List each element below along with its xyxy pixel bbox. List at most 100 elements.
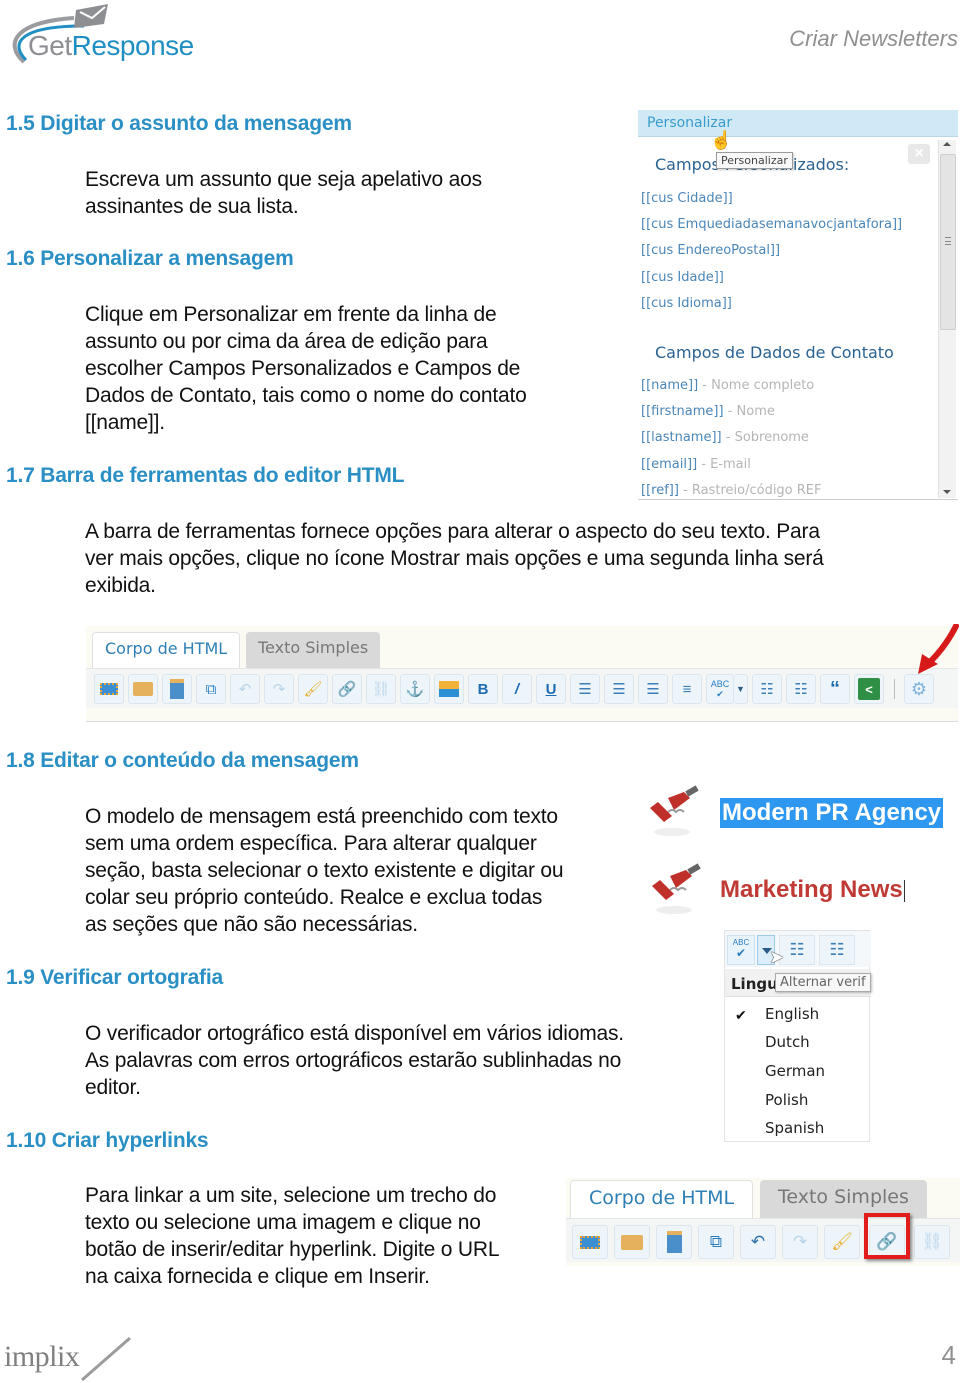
paste-button[interactable]: ⧉ [196, 674, 226, 704]
contact-field-item[interactable]: [[ref]] - Rastreio/código REF [641, 483, 822, 498]
paste-button[interactable]: ⧉ [698, 1225, 734, 1259]
template-title-selected[interactable]: Modern PR Agency [720, 798, 944, 828]
toolbox-icon [621, 1234, 643, 1250]
spellcheck-tooltip: Alternar verif [775, 973, 871, 992]
templates-button[interactable] [128, 674, 158, 704]
toolbox-icon [133, 682, 153, 696]
toolbar-separator [894, 679, 895, 699]
language-option-spanish[interactable]: Spanish [765, 1119, 824, 1137]
custom-field-item[interactable]: [[cus Idioma]] [641, 296, 732, 311]
heading-1-8: 1.8 Editar o conteúdo da mensagem [6, 749, 359, 772]
paragraph-1-6: Clique em Personalizar em frente da linh… [85, 303, 527, 434]
fullscreen-icon [100, 683, 118, 695]
scroll-down-icon[interactable] [943, 490, 951, 494]
close-icon[interactable]: × [908, 144, 930, 164]
spellcheck-dropdown-button[interactable]: ▼ [734, 674, 748, 704]
template-title-editing[interactable]: Marketing News [720, 876, 905, 904]
personalize-tooltip: Personalizar [716, 152, 793, 169]
bold-icon: B [477, 680, 489, 698]
redo-icon: ↷ [792, 1232, 808, 1251]
spellcheck-button[interactable]: ABC ✔ [727, 935, 755, 965]
clipboard-link-icon: ⧉ [205, 680, 217, 698]
undo-button[interactable]: ↶ [230, 674, 260, 704]
hyperlink-toolbar-screenshot: Corpo de HTML Texto Simples ⧉ ↶ ↷ 🖌 🔗 ⛓ [566, 1178, 960, 1266]
numbered-list-button[interactable]: ☷ [786, 674, 816, 704]
align-center-button[interactable]: ☰ [604, 674, 634, 704]
blockquote-button[interactable]: “ [820, 674, 850, 704]
unlink-button[interactable]: ⛓ [914, 1225, 950, 1259]
redo-button[interactable]: ↷ [264, 674, 294, 704]
implix-logo: implix [4, 1336, 134, 1382]
language-option-english[interactable]: English [765, 1005, 819, 1023]
numbered-list-icon[interactable]: ☷ [819, 935, 855, 965]
paragraph-1-9: O verificador ortográfico está disponíve… [85, 1022, 624, 1099]
chevron-down-icon: ▼ [736, 684, 745, 694]
italic-button[interactable]: / [502, 674, 532, 704]
heading-1-9: 1.9 Verificar ortografia [6, 966, 223, 989]
getresponse-logo: GetResponse [4, 4, 204, 68]
justify-button[interactable]: ≡ [672, 674, 702, 704]
paragraph-1-5: Escreva um assunto que seja apelativo ao… [85, 168, 482, 218]
personalize-link[interactable]: Personalizar [647, 115, 732, 131]
custom-field-item[interactable]: [[cus Idade]] [641, 270, 724, 285]
scroll-up-icon[interactable] [943, 142, 951, 146]
contact-field-item[interactable]: [[lastname]] - Sobrenome [641, 430, 809, 445]
clipboard-link-icon: ⧉ [709, 1232, 723, 1251]
tab-html-body[interactable]: Corpo de HTML [570, 1180, 754, 1218]
language-option-polish[interactable]: Polish [765, 1091, 808, 1109]
personalize-bar[interactable]: Personalizar [638, 110, 958, 137]
contact-field-item[interactable]: [[name]] - Nome completo [641, 378, 814, 393]
fullscreen-button[interactable] [572, 1225, 608, 1259]
unlink-icon: ⛓ [921, 1232, 943, 1251]
bullet-list-icon[interactable]: ☷ [779, 935, 815, 965]
contact-field-item[interactable]: [[firstname]] - Nome [641, 404, 775, 419]
blocks-button[interactable] [162, 674, 192, 704]
language-option-dutch[interactable]: Dutch [765, 1033, 810, 1051]
more-options-button[interactable]: ⚙ [904, 674, 934, 704]
blocks-button[interactable] [656, 1225, 692, 1259]
fullscreen-button[interactable] [94, 674, 124, 704]
align-right-icon: ☰ [646, 681, 660, 698]
panel-scrollbar[interactable] [938, 140, 956, 498]
align-left-button[interactable]: ☰ [570, 674, 600, 704]
share-icon: < [858, 678, 880, 700]
spellcheck-icon: ABC ✔ [710, 679, 730, 699]
bold-button[interactable]: B [468, 674, 498, 704]
numbered-list-icon: ☷ [794, 681, 808, 698]
tab-plain-text[interactable]: Texto Simples [246, 632, 381, 668]
red-arrow-icon [918, 624, 959, 674]
logo-slash-icon [81, 1336, 131, 1382]
check-icon: ✔ [735, 1007, 747, 1023]
custom-field-item[interactable]: [[cus EndereoPostal]] [641, 243, 780, 258]
language-option-german[interactable]: German [765, 1062, 825, 1080]
spell-toolbar: ABC ✔ ☷ ☷ [725, 931, 871, 967]
personalize-panel: Personalizar × Campos Personalizados: [[… [638, 110, 958, 500]
fullscreen-icon [580, 1235, 600, 1249]
link-button[interactable]: 🔗 [332, 674, 362, 704]
document-title: Criar Newsletters [789, 26, 958, 51]
bullet-list-button[interactable]: ☷ [752, 674, 782, 704]
share-button[interactable]: < [854, 674, 884, 704]
logo-text: GetResponse [28, 30, 194, 61]
custom-field-item[interactable]: [[cus Emquediadasemanavocjantafora]] [641, 217, 902, 232]
redo-button[interactable]: ↷ [782, 1225, 818, 1259]
anchor-button[interactable]: ⚓ [400, 674, 430, 704]
paragraph-1-7: A barra de ferramentas fornece opções pa… [85, 520, 824, 597]
undo-button[interactable]: ↶ [740, 1225, 776, 1259]
tab-html-body[interactable]: Corpo de HTML [92, 632, 241, 668]
heading-1-10: 1.10 Criar hyperlinks [6, 1129, 209, 1152]
underline-button[interactable]: U [536, 674, 566, 704]
templates-button[interactable] [614, 1225, 650, 1259]
clean-button[interactable]: 🖌 [298, 674, 328, 704]
contact-fields-heading: Campos de Dados de Contato [655, 343, 894, 362]
scroll-thumb[interactable] [940, 154, 956, 330]
image-button[interactable] [434, 674, 464, 704]
align-right-button[interactable]: ☰ [638, 674, 668, 704]
spellcheck-button[interactable]: ABC ✔ [706, 674, 734, 704]
align-center-icon: ☰ [612, 681, 626, 698]
quote-icon: “ [830, 677, 840, 700]
custom-field-item[interactable]: [[cus Cidade]] [641, 191, 733, 206]
clean-button[interactable]: 🖌 [824, 1225, 860, 1259]
contact-field-item[interactable]: [[email]] - E-mail [641, 457, 751, 472]
unlink-button[interactable]: ⛓ [366, 674, 396, 704]
